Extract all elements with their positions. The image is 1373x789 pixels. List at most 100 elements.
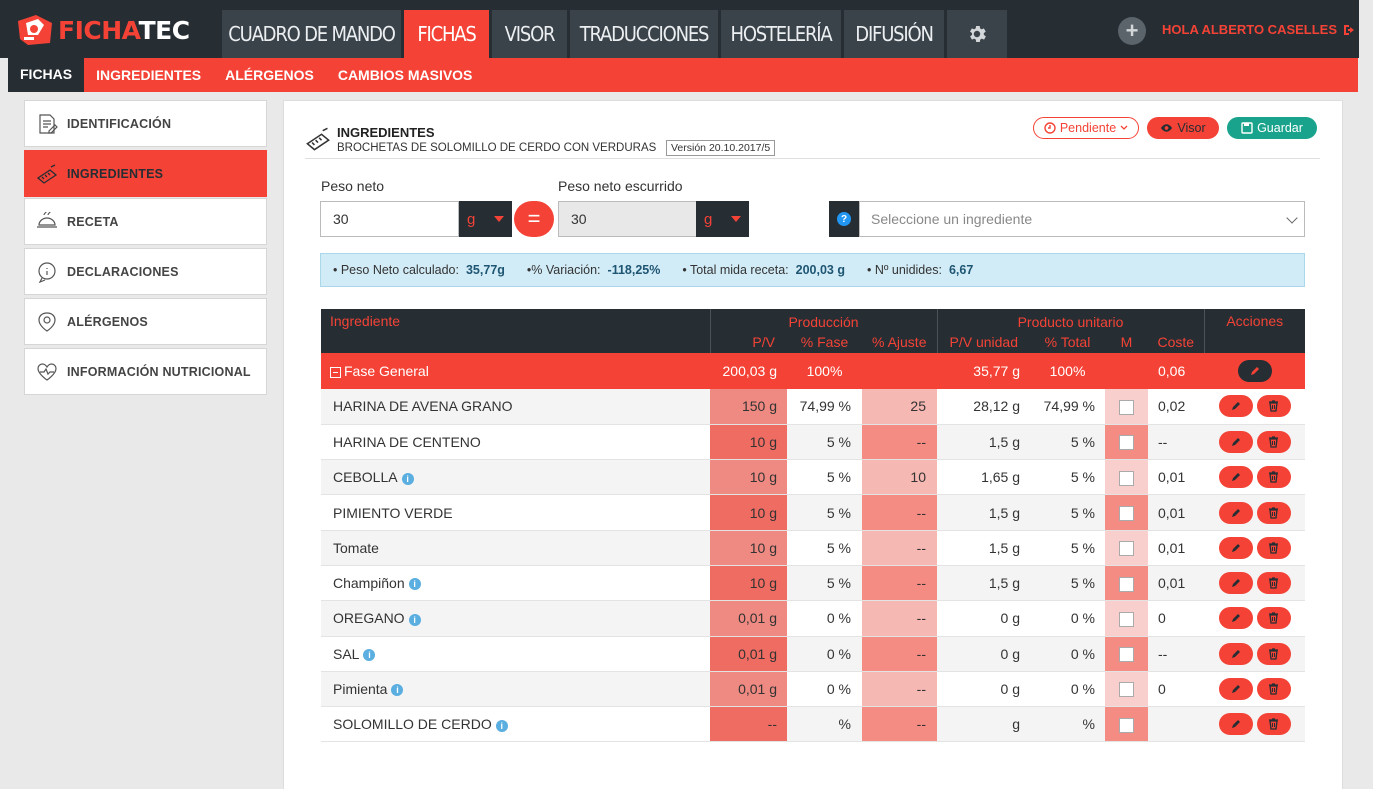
delete-button[interactable] xyxy=(1256,607,1291,630)
delete-button[interactable] xyxy=(1256,395,1291,418)
cell-ajuste[interactable]: -- xyxy=(862,565,937,602)
sidebar-item-identificacion[interactable]: IDENTIFICACIÓN xyxy=(24,100,267,147)
edit-button[interactable] xyxy=(1218,395,1253,418)
info-icon[interactable]: i xyxy=(408,578,421,591)
info-icon[interactable]: i xyxy=(408,613,421,626)
table-row[interactable]: SOLOMILLO DE CERDO i --% -- g% xyxy=(321,706,1305,743)
sidebar-item-declaraciones[interactable]: DECLARACIONES xyxy=(24,248,267,295)
info-icon[interactable]: i xyxy=(363,649,376,662)
save-button[interactable]: Guardar xyxy=(1227,117,1317,139)
cell-pv[interactable]: 150 g xyxy=(710,389,787,425)
table-row[interactable]: CEBOLLA i 10 g 5 % 10 1,65 g 5 % 0,01 xyxy=(321,459,1305,496)
edit-button[interactable] xyxy=(1218,607,1253,630)
ingredient-select[interactable]: Seleccione un ingrediente xyxy=(859,201,1305,237)
edit-button[interactable] xyxy=(1218,572,1253,595)
edit-button[interactable] xyxy=(1218,430,1253,453)
m-checkbox[interactable] xyxy=(1119,717,1134,733)
edit-button[interactable] xyxy=(1218,642,1253,665)
cell-ajuste[interactable]: -- xyxy=(862,530,937,566)
edit-button[interactable] xyxy=(1218,501,1253,524)
table-row[interactable]: HARINA DE AVENA GRANO 150 g 74,99 % 25 28,12… xyxy=(321,389,1305,425)
nav-tab-difusion[interactable]: DIFUSIÓN xyxy=(844,10,944,58)
cell-ajuste[interactable]: -- xyxy=(862,494,937,531)
col-coste[interactable]: Coste xyxy=(1148,331,1205,353)
delete-button[interactable] xyxy=(1256,466,1291,489)
cell-ajuste[interactable]: -- xyxy=(862,706,937,743)
m-checkbox[interactable] xyxy=(1119,647,1134,663)
cell-pv[interactable]: 10 g xyxy=(710,424,787,461)
nav-tab-visor[interactable]: VISOR xyxy=(492,10,567,58)
info-icon[interactable]: i xyxy=(401,472,414,485)
sidebar-item-ingredientes[interactable]: INGREDIENTES xyxy=(24,150,267,197)
info-icon[interactable]: i xyxy=(391,684,404,697)
cell-ajuste[interactable]: 10 xyxy=(862,459,937,496)
col-fase[interactable]: % Fase xyxy=(787,331,862,353)
col-pv-unidad[interactable]: P/V unidad xyxy=(937,331,1030,353)
peso-neto-input[interactable]: 30 xyxy=(320,201,459,237)
subnav-fichas[interactable]: FICHAS xyxy=(8,58,85,92)
cell-ajuste[interactable]: -- xyxy=(862,671,937,708)
peso-neto-unit-select[interactable]: g xyxy=(459,201,512,237)
escurrido-input[interactable]: 30 xyxy=(558,201,697,237)
delete-button[interactable] xyxy=(1256,678,1291,701)
delete-button[interactable] xyxy=(1256,713,1291,736)
cell-ajuste[interactable]: 25 xyxy=(862,389,937,425)
cell-ajuste[interactable]: -- xyxy=(862,424,937,461)
sidebar-item-receta[interactable]: RECETA xyxy=(24,198,267,245)
cell-pv[interactable]: 10 g xyxy=(710,494,787,531)
nav-tab-fichas[interactable]: FICHAS xyxy=(404,10,489,58)
m-checkbox[interactable] xyxy=(1119,399,1134,415)
escurrido-unit-select[interactable]: g xyxy=(696,201,749,237)
edit-button[interactable] xyxy=(1218,536,1253,559)
table-row[interactable]: Tomate 10 g 5 % -- 1,5 g 5 % 0,01 xyxy=(321,530,1305,566)
cell-pv[interactable]: 0,01 g xyxy=(710,671,787,708)
delete-button[interactable] xyxy=(1256,536,1291,559)
col-pv[interactable]: P/V xyxy=(710,331,787,353)
m-checkbox[interactable] xyxy=(1119,541,1134,557)
subnav-alergenos[interactable]: ALÉRGENOS xyxy=(213,58,326,92)
cell-pv[interactable]: 10 g xyxy=(710,565,787,602)
cell-pv[interactable]: 10 g xyxy=(710,459,787,496)
nav-tab-cuadro[interactable]: CUADRO DE MANDO xyxy=(222,10,401,58)
delete-button[interactable] xyxy=(1256,572,1291,595)
table-row[interactable]: Pimienta i 0,01 g 0 % -- 0 g 0 % 0 xyxy=(321,671,1305,708)
cell-pv[interactable]: 0,01 g xyxy=(710,636,787,672)
user-menu[interactable]: HOLA ALBERTO CASELLES xyxy=(1162,22,1357,37)
table-row[interactable]: Champiñon i 10 g 5 % -- 1,5 g 5 % 0,01 xyxy=(321,565,1305,602)
cell-ajuste[interactable]: -- xyxy=(862,636,937,672)
col-total[interactable]: % Total xyxy=(1030,331,1105,353)
subnav-ingredientes[interactable]: INGREDIENTES xyxy=(84,58,213,92)
table-row[interactable]: PIMIENTO VERDE 10 g 5 % -- 1,5 g 5 % 0,01 xyxy=(321,494,1305,531)
edit-button[interactable] xyxy=(1218,466,1253,489)
edit-button[interactable] xyxy=(1218,678,1253,701)
logo[interactable]: FICHATEC xyxy=(16,12,190,48)
m-checkbox[interactable] xyxy=(1119,682,1134,698)
info-icon[interactable]: i xyxy=(495,719,508,732)
cell-ajuste[interactable]: -- xyxy=(862,600,937,637)
m-checkbox[interactable] xyxy=(1119,505,1134,521)
nav-tab-traducciones[interactable]: TRADUCCIONES xyxy=(570,10,718,58)
table-row[interactable]: OREGANO i 0,01 g 0 % -- 0 g 0 % 0 xyxy=(321,600,1305,637)
nav-tab-hosteleria[interactable]: HOSTELERÍA xyxy=(721,10,841,58)
edit-button[interactable] xyxy=(1218,713,1253,736)
col-ingrediente[interactable]: Ingrediente xyxy=(321,309,711,353)
m-checkbox[interactable] xyxy=(1119,470,1134,486)
table-row[interactable]: SAL i 0,01 g 0 % -- 0 g 0 % -- xyxy=(321,636,1305,672)
m-checkbox[interactable] xyxy=(1119,576,1134,592)
delete-button[interactable] xyxy=(1256,430,1291,453)
fase-row[interactable]: Fase General 200,03 g 100% 35,77 g 100% … xyxy=(321,353,1305,389)
visor-button[interactable]: Visor xyxy=(1147,117,1219,139)
table-row[interactable]: HARINA DE CENTENO 10 g 5 % -- 1,5 g 5 % -- xyxy=(321,424,1305,461)
sidebar-item-alergenos[interactable]: ALÉRGENOS xyxy=(24,298,267,345)
col-m[interactable]: M xyxy=(1105,331,1148,353)
delete-button[interactable] xyxy=(1256,501,1291,524)
subnav-cambios-masivos[interactable]: CAMBIOS MASIVOS xyxy=(326,58,485,92)
cell-pv[interactable]: 0,01 g xyxy=(710,600,787,637)
sidebar-item-informacion-nutricional[interactable]: INFORMACIÓN NUTRICIONAL xyxy=(24,348,267,395)
m-checkbox[interactable] xyxy=(1119,611,1134,627)
equals-button[interactable]: = xyxy=(514,201,554,237)
add-button[interactable]: + xyxy=(1118,17,1146,45)
cell-pv[interactable]: 10 g xyxy=(710,530,787,566)
status-dropdown[interactable]: Pendiente xyxy=(1033,117,1139,139)
col-ajuste[interactable]: % Ajuste xyxy=(862,331,938,353)
